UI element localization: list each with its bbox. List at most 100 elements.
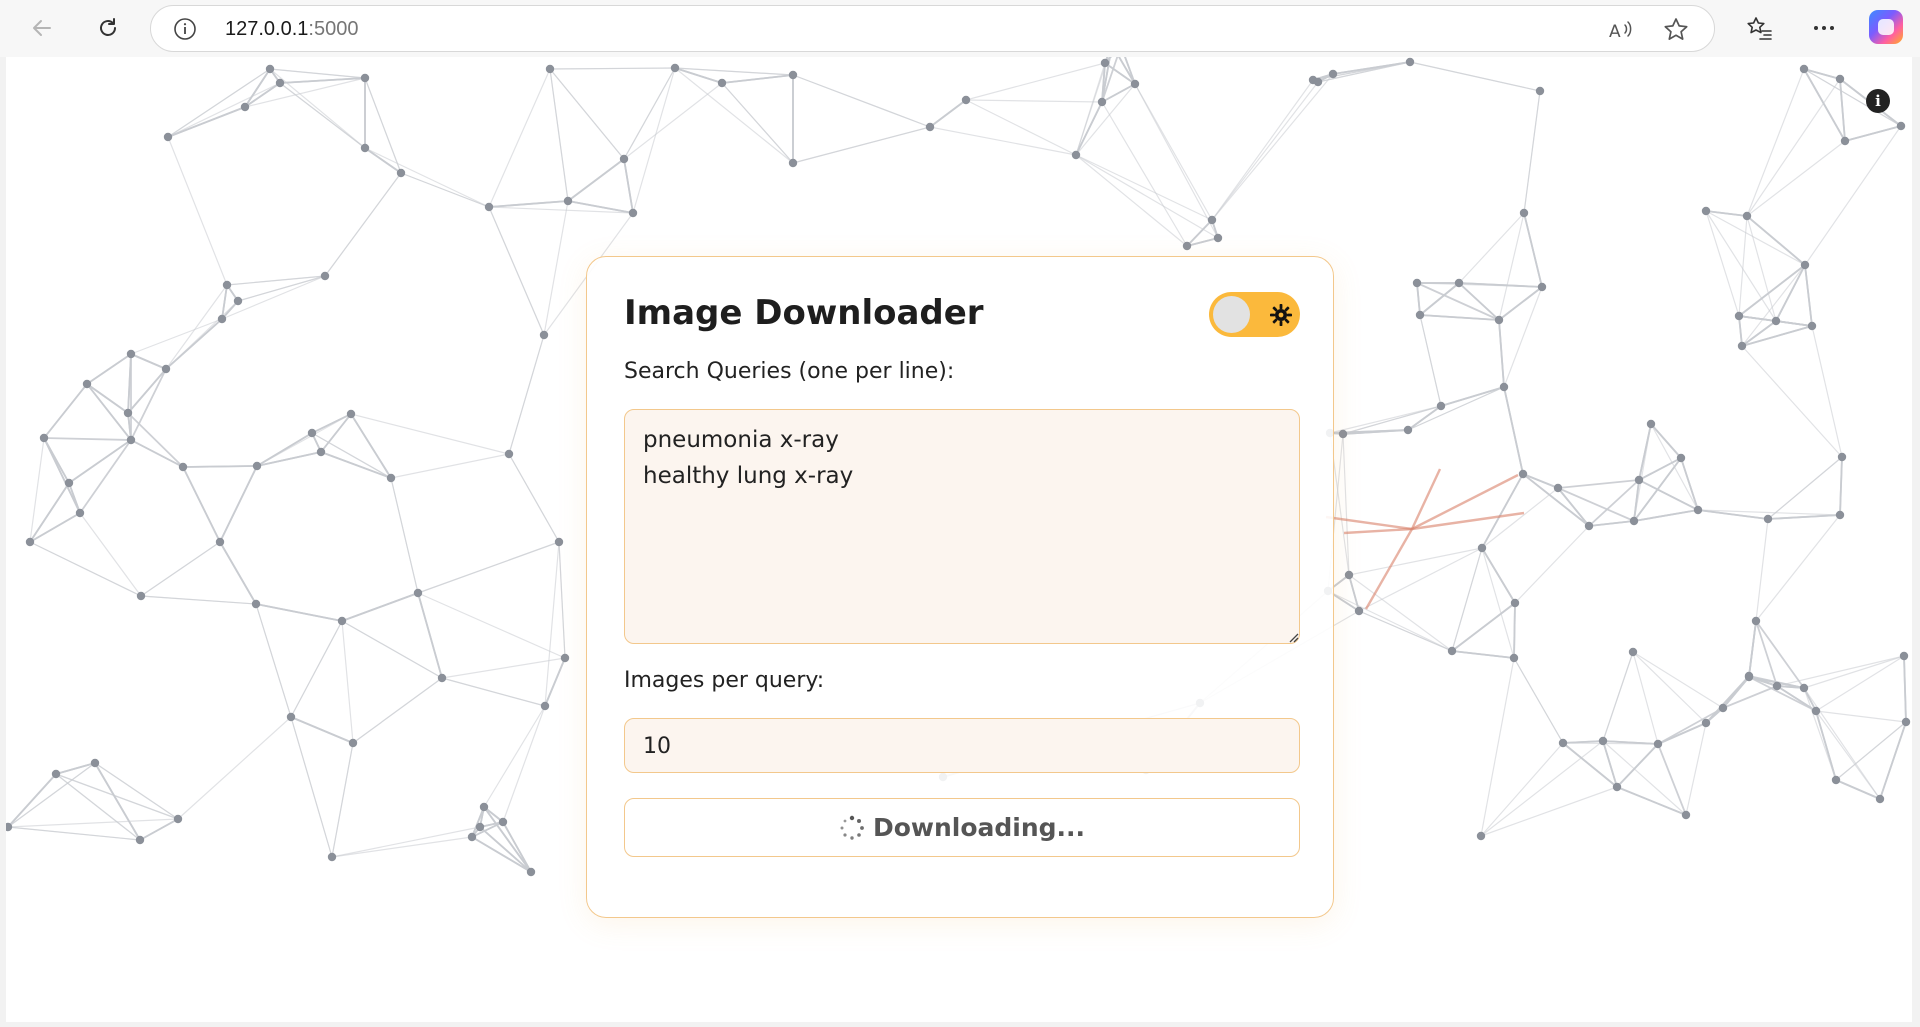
network-node bbox=[126, 435, 136, 445]
network-edge bbox=[1632, 651, 1707, 724]
queries-textarea[interactable]: pneumonia x-ray healthy lung x-ray bbox=[624, 409, 1300, 644]
network-node bbox=[1653, 739, 1663, 749]
images-per-query-input[interactable]: 10 bbox=[624, 718, 1300, 773]
info-icon[interactable]: i bbox=[1866, 89, 1890, 113]
network-node bbox=[126, 349, 136, 359]
network-node bbox=[1415, 310, 1425, 320]
network-edge bbox=[1839, 78, 1846, 142]
network-edge bbox=[140, 541, 221, 597]
network-node bbox=[1338, 429, 1348, 439]
read-aloud-icon[interactable]: A bbox=[1606, 16, 1634, 44]
network-edge bbox=[400, 172, 490, 208]
copilot-icon[interactable] bbox=[1869, 10, 1903, 44]
network-node bbox=[1840, 136, 1850, 146]
network-edge bbox=[1557, 479, 1640, 489]
network-node bbox=[173, 814, 183, 824]
url-text[interactable]: 127.0.0.1:5000 bbox=[225, 18, 358, 41]
network-edge bbox=[1481, 547, 1516, 604]
resize-grip-icon[interactable] bbox=[1287, 631, 1299, 643]
network-edge bbox=[1075, 154, 1219, 239]
address-bar[interactable]: 127.0.0.1:5000 A bbox=[150, 5, 1715, 52]
network-edge bbox=[1557, 487, 1635, 522]
network-edge bbox=[255, 603, 292, 718]
network-node bbox=[136, 591, 146, 601]
network-edge bbox=[441, 657, 566, 679]
network-node bbox=[1494, 315, 1504, 325]
network-node bbox=[39, 433, 49, 443]
network-node bbox=[1734, 311, 1744, 321]
network-edge bbox=[1804, 125, 1902, 266]
network-edge bbox=[43, 437, 70, 484]
site-info-icon[interactable] bbox=[173, 17, 197, 41]
network-node bbox=[327, 852, 337, 862]
network-node bbox=[1901, 717, 1911, 727]
network-edge bbox=[567, 158, 625, 202]
favorite-star-icon[interactable] bbox=[1662, 16, 1690, 44]
network-edge bbox=[488, 206, 545, 336]
network-edge bbox=[549, 67, 676, 70]
network-edge bbox=[182, 465, 258, 468]
network-node bbox=[275, 78, 285, 88]
network-node bbox=[25, 537, 35, 547]
network-node bbox=[90, 758, 100, 768]
network-node bbox=[1344, 570, 1354, 580]
theme-toggle[interactable] bbox=[1209, 292, 1300, 337]
network-node bbox=[619, 154, 629, 164]
network-edge bbox=[140, 595, 257, 605]
network-edge bbox=[1513, 657, 1564, 744]
network-edge bbox=[1211, 73, 1334, 221]
network-edge bbox=[1211, 79, 1314, 221]
network-node bbox=[788, 158, 798, 168]
network-edge bbox=[1755, 620, 1778, 687]
network-node bbox=[560, 653, 570, 663]
more-menu-icon[interactable] bbox=[1809, 12, 1839, 44]
network-node bbox=[540, 701, 550, 711]
favorites-list-icon[interactable] bbox=[1744, 12, 1774, 44]
network-edge bbox=[417, 592, 566, 659]
network-edge bbox=[1480, 786, 1618, 837]
network-edge bbox=[167, 68, 271, 138]
network-edge bbox=[55, 773, 141, 841]
network-edge bbox=[1327, 590, 1453, 652]
network-node bbox=[123, 408, 133, 418]
network-node bbox=[1799, 683, 1809, 693]
network-edge bbox=[256, 451, 322, 467]
network-edge bbox=[7, 818, 179, 828]
network-edge bbox=[1616, 743, 1659, 788]
network-edge bbox=[165, 284, 228, 370]
network-edge bbox=[1458, 212, 1525, 284]
network-edge bbox=[1075, 83, 1136, 156]
network-node bbox=[360, 143, 370, 153]
network-edge bbox=[68, 482, 81, 514]
network-node bbox=[479, 802, 489, 812]
network-edge bbox=[350, 413, 392, 479]
network-node bbox=[1182, 241, 1192, 251]
network-edge bbox=[1746, 78, 1841, 217]
network-node bbox=[1403, 425, 1413, 435]
network-node bbox=[1701, 206, 1711, 216]
refresh-icon[interactable] bbox=[88, 8, 128, 48]
network-edge bbox=[219, 465, 258, 543]
network-edge bbox=[79, 512, 142, 597]
network-edge bbox=[255, 603, 343, 622]
network-edge bbox=[1741, 345, 1843, 458]
network-edge bbox=[244, 82, 281, 108]
network-node bbox=[1628, 647, 1638, 657]
download-button[interactable]: Downloading... bbox=[624, 798, 1300, 857]
network-edge bbox=[1514, 525, 1590, 604]
back-arrow-icon[interactable] bbox=[22, 8, 62, 48]
network-edge bbox=[623, 158, 634, 214]
network-edge bbox=[127, 412, 184, 468]
network-edge bbox=[1775, 264, 1806, 322]
network-edge bbox=[55, 762, 96, 775]
network-node bbox=[484, 202, 494, 212]
network-edge bbox=[55, 773, 179, 820]
network-edge bbox=[417, 592, 443, 679]
network-node bbox=[628, 208, 638, 218]
network-node bbox=[161, 364, 171, 374]
network-node bbox=[1835, 510, 1845, 520]
network-node bbox=[1681, 810, 1691, 820]
network-edge bbox=[441, 677, 546, 707]
network-edge bbox=[1602, 651, 1634, 742]
page-viewport: i Image Downloader Search Queries (one p… bbox=[6, 57, 1912, 1022]
